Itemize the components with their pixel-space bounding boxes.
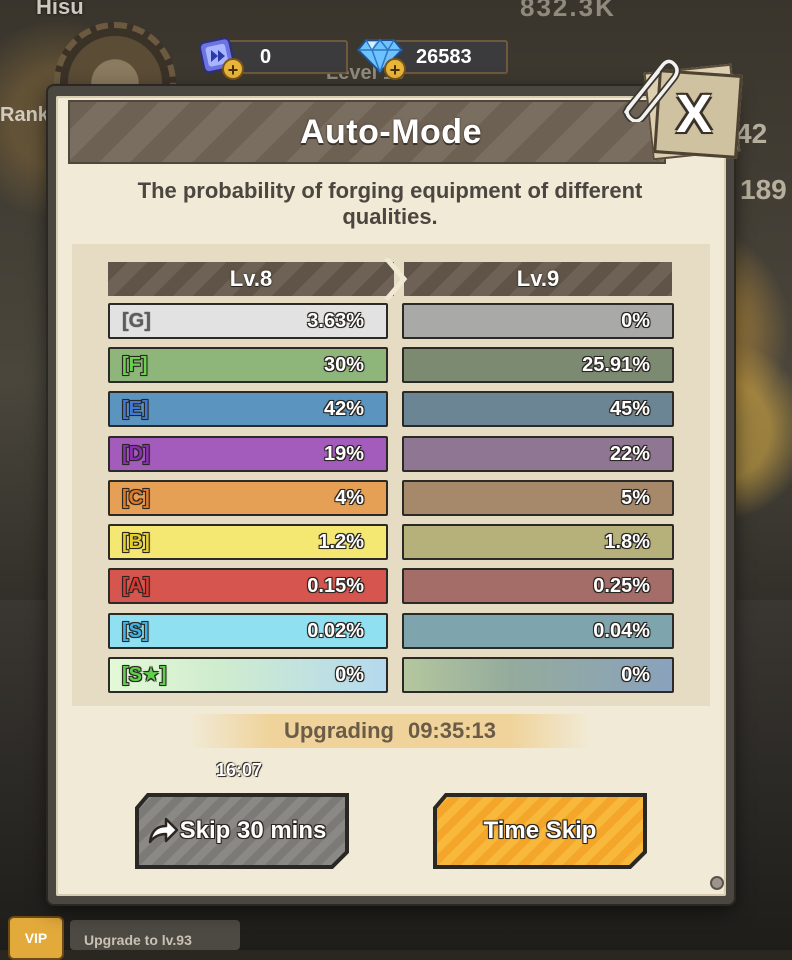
grade-row-a-current: [A] 0.15% [108,568,388,604]
side-stat-1: 42 [736,118,768,149]
grade-row-b-next: 1.8% [402,524,674,560]
grade-label: [G] [122,310,151,332]
grade-row-d-next: 22% [402,436,674,472]
grade-label: [D] [122,443,150,465]
rank-label[interactable]: Ranki [0,104,54,127]
time-skip-button[interactable]: Time Skip [432,792,648,870]
grade-row-sstar-next: 0% [402,657,674,693]
add-gems-button[interactable]: + [384,58,406,80]
grade-row-d-current: [D] 19% [108,436,388,472]
grade-row-a-next: 0.25% [402,568,674,604]
current-probability: 0.02% [307,620,364,642]
next-probability: 5% [621,487,650,509]
grade-row-g-current: [G] 3.63% [108,303,388,339]
chevron-right-icon [384,258,408,300]
grade-label: [C] [122,487,150,509]
grade-label: [E] [122,398,149,420]
add-tickets-button[interactable]: + [222,58,244,80]
grade-label: [F] [122,354,148,376]
upgrading-label: Upgrading [283,718,394,743]
time-skip-button-label: Time Skip [483,817,597,844]
grade-label: [A] [122,575,150,597]
next-probability: 0% [621,310,650,332]
upgrade-status: Upgrading 09:35:13 [190,714,590,748]
grade-row-b-current: [B] 1.2% [108,524,388,560]
ticket-count: 0 [260,45,272,68]
skip-button-label: Skip 30 mins [179,817,327,844]
corner-rivet [710,876,724,890]
next-level-header: Lv.9 [404,262,672,296]
next-probability: 45% [609,398,650,420]
player-name: Hisu [36,0,84,19]
grade-row-e-next: 45% [402,391,674,427]
grade-row-c-next: 5% [402,480,674,516]
vip-badge[interactable]: VIP [8,916,64,960]
grade-row-f-current: [F] 30% [108,347,388,383]
probability-description: The probability of forging equipment of … [137,178,643,229]
current-probability: 42% [323,398,364,420]
grade-row-f-next: 25.91% [402,347,674,383]
current-probability: 1.2% [318,531,364,553]
current-probability: 3.63% [307,310,364,332]
grade-row-e-current: [E] 42% [108,391,388,427]
current-probability: 4% [335,487,364,509]
skip-time-indicator: 16:07 [216,760,263,780]
next-probability: 0.25% [593,575,650,597]
upgrading-timer: 09:35:13 [407,718,497,743]
grade-label: [S] [122,620,149,642]
grade-row-c-current: [C] 4% [108,480,388,516]
skip-30-mins-button[interactable]: Skip 30 mins [134,792,350,870]
grade-row-sstar-current: [S★] 0% [108,657,388,693]
upgrade-prompt[interactable]: Upgrade to lv.93 [70,920,240,950]
current-probability: 19% [323,443,364,465]
grade-label: [S★] [122,664,167,686]
next-probability: 0.04% [593,620,650,642]
current-probability: 0% [335,664,364,686]
grade-label: [B] [122,531,150,553]
current-level-header: Lv.8 [108,262,394,296]
next-probability: 1.8% [604,531,650,553]
grade-row-g-next: 0% [402,303,674,339]
top-right-power: 832.3K [520,0,616,22]
grade-row-s-next: 0.04% [402,613,674,649]
next-probability: 0% [621,664,650,686]
grade-row-s-current: [S] 0.02% [108,613,388,649]
side-stat-2: 189 [740,174,787,205]
current-probability: 30% [323,354,364,376]
current-probability: 0.15% [307,575,364,597]
paperclip-icon [622,57,681,122]
next-probability: 22% [609,443,650,465]
next-probability: 25.91% [582,354,650,376]
gem-count: 26583 [416,45,472,68]
